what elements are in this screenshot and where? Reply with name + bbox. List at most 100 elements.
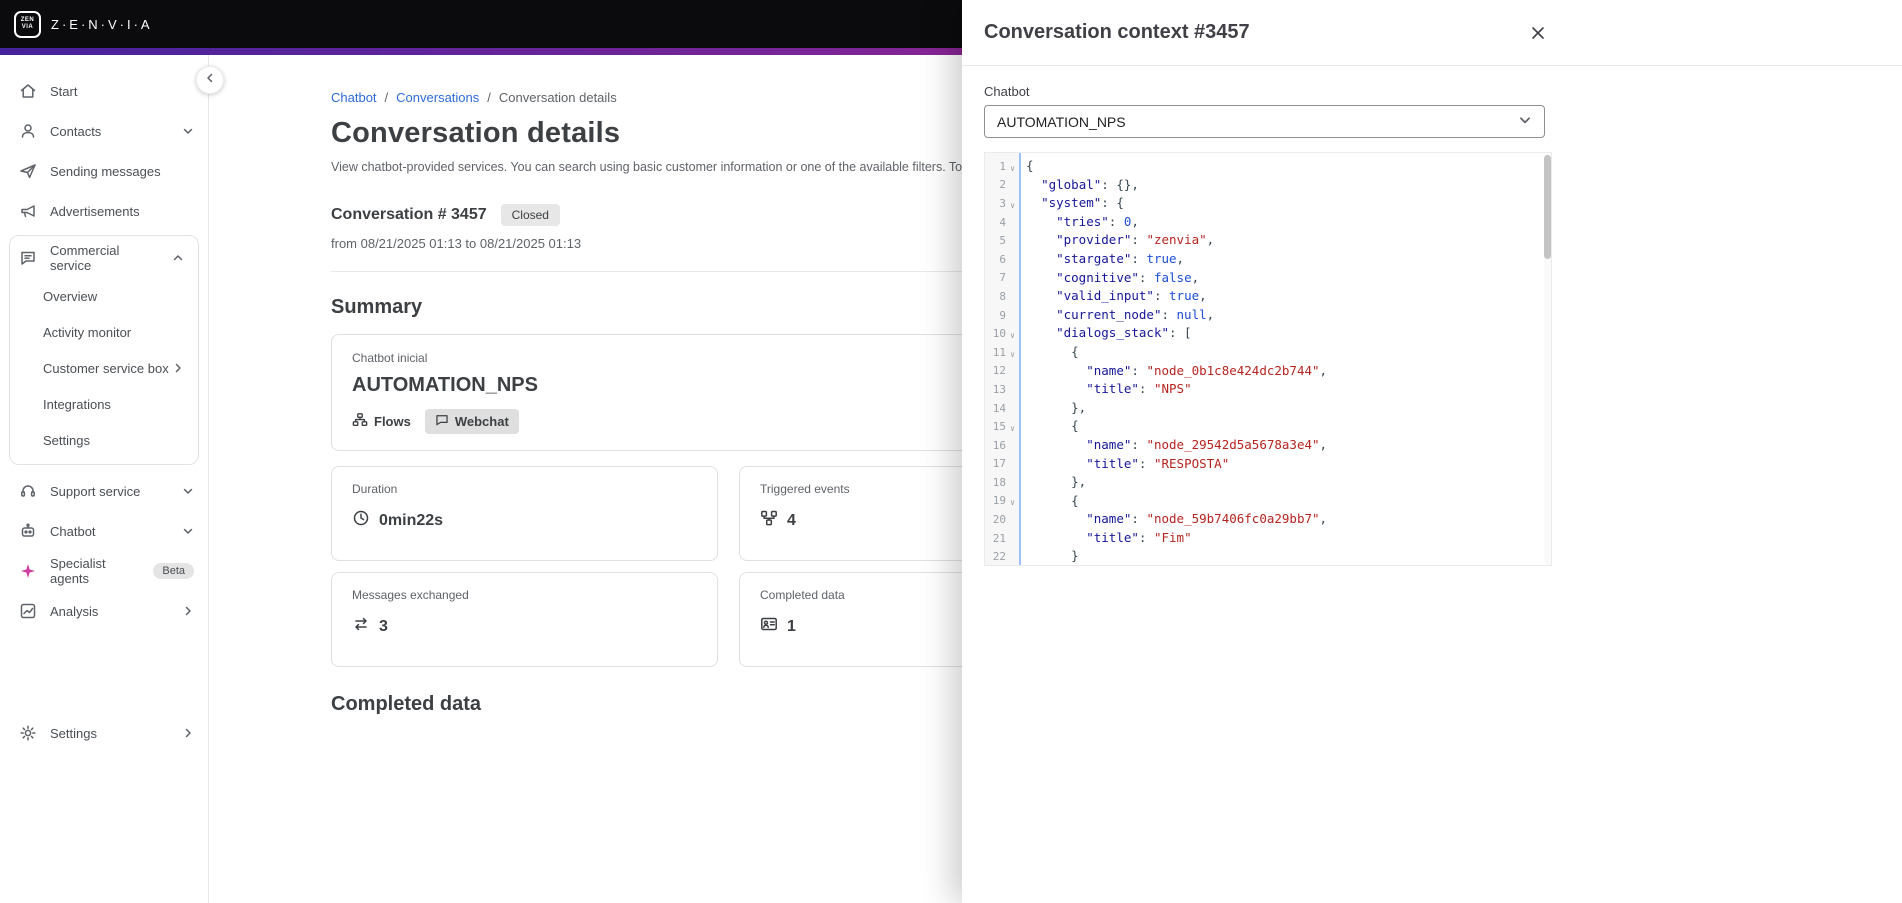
chat-square-icon xyxy=(19,249,37,267)
chatbot-select[interactable]: AUTOMATION_NPS xyxy=(984,105,1545,138)
code-line: "name": "node_0b1c8e424dc2b744", xyxy=(1086,362,1328,378)
gutter-line: 7 xyxy=(985,269,1019,288)
sidebar-item-commercial-service[interactable]: Commercial service xyxy=(10,238,198,278)
sidebar-item-chatbot[interactable]: Chatbot xyxy=(0,511,208,551)
sidebar-item-sending-messages[interactable]: Sending messages xyxy=(0,151,208,191)
gutter-line: 1 ∨ xyxy=(985,157,1019,176)
editor-scrollbar-thumb[interactable] xyxy=(1544,155,1551,259)
code-line: "global": {}, xyxy=(1041,176,1139,192)
sidebar-item-label: Specialist agents xyxy=(50,556,106,586)
fold-toggle-icon[interactable]: ∨ xyxy=(1006,331,1019,340)
gutter-line: 13 xyxy=(985,380,1019,399)
line-number: 21 xyxy=(992,531,1006,545)
code-line: "title": "RESPOSTA" xyxy=(1086,455,1230,471)
stat-card-duration: Duration 0min22s xyxy=(331,466,718,561)
code-line: "tries": 0, xyxy=(1056,213,1139,229)
line-number: 12 xyxy=(992,364,1006,378)
fold-toggle-icon[interactable]: ∨ xyxy=(1006,424,1019,433)
code-line: "system": { xyxy=(1041,195,1124,211)
stat-label: Messages exchanged xyxy=(352,588,469,602)
code-line: }, xyxy=(1026,399,1087,415)
logo-text-bottom: VIA xyxy=(21,24,34,30)
drawer-body: Chatbot AUTOMATION_NPS 1 ∨ 2 3 ∨ 4 5 6 7 8 9 10 ∨ 11 ∨… xyxy=(962,66,1582,566)
sidebar-item-label: Support service xyxy=(50,483,141,499)
gutter-line: 11 ∨ xyxy=(985,343,1019,362)
gutter-line: 20 xyxy=(985,510,1019,529)
gutter-line: 6 xyxy=(985,250,1019,269)
zenvia-logo: ZEN VIA Z·E·N·V·I·A xyxy=(14,10,153,38)
line-number: 1 xyxy=(999,159,1006,173)
clock-icon xyxy=(352,509,370,532)
sidebar-subitem-customer-service-box[interactable]: Customer service box xyxy=(10,350,198,386)
sidebar-item-label: Analysis xyxy=(50,603,99,619)
completed-data-icon xyxy=(760,615,778,638)
sidebar-item-settings[interactable]: Settings xyxy=(0,713,208,753)
sidebar-subitem-overview[interactable]: Overview xyxy=(10,278,198,314)
chevron-down-icon xyxy=(182,525,194,537)
chevron-right-icon xyxy=(182,605,194,617)
triggered-events-icon xyxy=(760,509,778,532)
sidebar-item-advertisements[interactable]: Advertisements xyxy=(0,191,208,231)
sidebar-item-label: Sending messages xyxy=(50,163,161,179)
sidebar-item-start[interactable]: Start xyxy=(0,71,208,111)
code-line: } xyxy=(1026,548,1079,564)
status-badge: Closed xyxy=(500,204,560,226)
zenvia-logo-icon: ZEN VIA xyxy=(14,10,41,38)
line-number: 5 xyxy=(999,234,1006,248)
line-number: 14 xyxy=(992,401,1006,415)
code-line: }, xyxy=(1026,474,1087,490)
gutter-line: 3 ∨ xyxy=(985,194,1019,213)
tag-label: Flows xyxy=(374,414,411,429)
send-icon xyxy=(19,162,37,180)
breadcrumb-chatbot[interactable]: Chatbot xyxy=(331,90,377,105)
sidebar-item-support-service[interactable]: Support service xyxy=(0,471,208,511)
chevron-down-icon xyxy=(182,125,194,137)
tag-flows: Flows xyxy=(352,412,411,431)
line-number: 6 xyxy=(999,252,1006,266)
stat-label: Duration xyxy=(352,482,398,496)
fold-toggle-icon[interactable]: ∨ xyxy=(1006,164,1019,173)
editor-scrollbar xyxy=(1544,153,1551,565)
sidebar-subitem-integrations[interactable]: Integrations xyxy=(10,386,198,422)
sidebar-subitem-label: Customer service box xyxy=(43,360,169,376)
sidebar-item-specialist-agents[interactable]: Specialist agents Beta xyxy=(0,551,208,591)
fold-toggle-icon[interactable]: ∨ xyxy=(1006,350,1019,359)
gutter-line: 2 xyxy=(985,176,1019,195)
line-number: 3 xyxy=(999,196,1006,210)
messages-exchanged-icon xyxy=(352,615,370,638)
close-icon[interactable] xyxy=(1526,21,1550,45)
breadcrumb-conversations[interactable]: Conversations xyxy=(396,90,479,105)
conversation-id: Conversation # 3457 xyxy=(331,206,487,223)
gutter-line: 10 ∨ xyxy=(985,324,1019,343)
headset-icon xyxy=(19,482,37,500)
fold-toggle-icon[interactable]: ∨ xyxy=(1006,498,1019,507)
sidebar-item-analysis[interactable]: Analysis xyxy=(0,591,208,631)
code-line: "name": "node_29542d5a5678a3e4", xyxy=(1086,436,1328,452)
gutter-line: 16 xyxy=(985,436,1019,455)
stat-value: 4 xyxy=(787,511,796,529)
chatbot-select-label: Chatbot xyxy=(984,84,1030,99)
beta-badge: Beta xyxy=(153,563,194,579)
drawer-header: Conversation context #3457 xyxy=(962,0,1902,66)
editor-code: { "global": {}, "system": { "tries": 0, … xyxy=(1019,153,1551,565)
code-line: "title": "Fim" xyxy=(1086,529,1192,545)
chevron-right-icon xyxy=(182,727,194,739)
code-line: { xyxy=(1026,343,1079,359)
chevron-down-icon xyxy=(182,485,194,497)
sidebar-subitem-settings[interactable]: Settings xyxy=(10,422,198,458)
gutter-line: 5 xyxy=(985,231,1019,250)
drawer-title: Conversation context #3457 xyxy=(984,21,1250,43)
code-line: "cognitive": false, xyxy=(1056,269,1200,285)
code-line: { xyxy=(1026,492,1079,508)
sidebar-collapse-button[interactable] xyxy=(196,66,224,94)
fold-toggle-icon[interactable]: ∨ xyxy=(1006,201,1019,210)
sidebar-item-contacts[interactable]: Contacts xyxy=(0,111,208,151)
gutter-line: 21 xyxy=(985,529,1019,548)
gutter-line: 4 xyxy=(985,213,1019,232)
logo-text-top: ZEN xyxy=(20,17,35,23)
context-json-editor[interactable]: 1 ∨ 2 3 ∨ 4 5 6 7 8 9 10 ∨ 11 ∨ 12 13 14 15 ∨ 16 17 18 19 ∨ 20 21 2… xyxy=(984,152,1552,566)
breadcrumb-separator: / xyxy=(384,90,389,105)
line-number: 10 xyxy=(992,327,1006,341)
sidebar-subitem-activity-monitor[interactable]: Activity monitor xyxy=(10,314,198,350)
